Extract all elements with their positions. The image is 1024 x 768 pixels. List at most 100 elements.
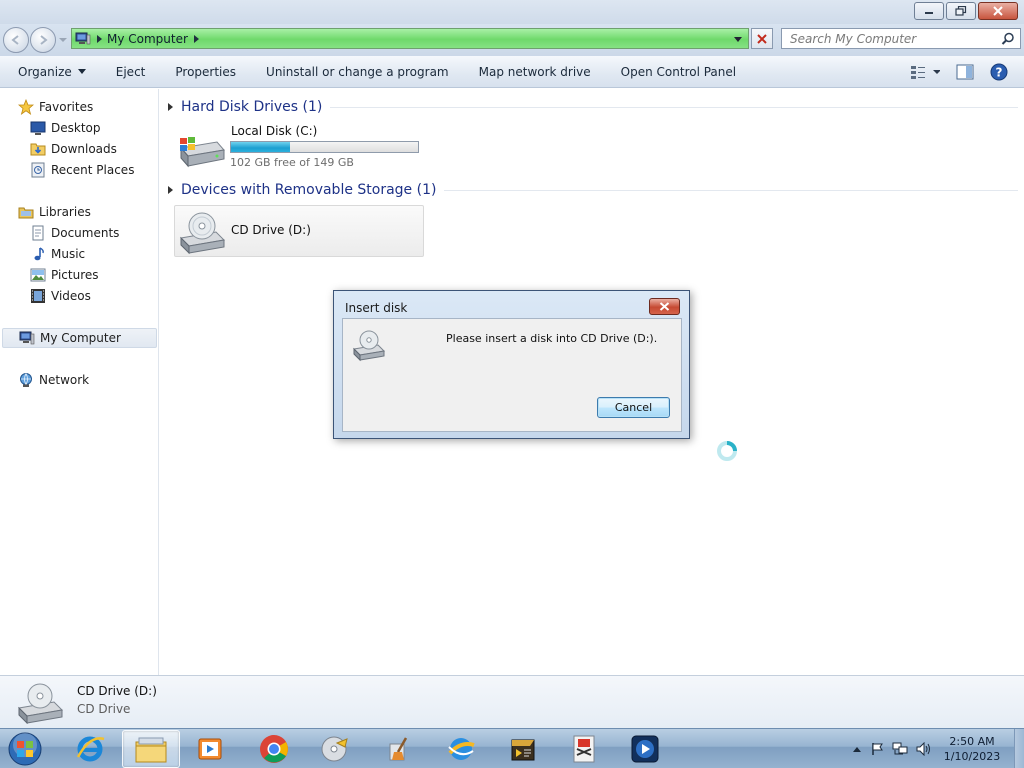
minimize-button[interactable]: [914, 2, 944, 20]
dialog-title: Insert disk: [345, 301, 408, 315]
forward-button[interactable]: [30, 27, 56, 53]
show-desktop-button[interactable]: [1014, 729, 1024, 768]
music-note-icon: [30, 246, 46, 262]
sidebar-item-label: Pictures: [51, 268, 99, 282]
windows-start-orb-icon: [8, 732, 42, 766]
help-button[interactable]: ?: [990, 63, 1008, 81]
recent-places-icon: [30, 162, 46, 178]
search-input[interactable]: [790, 31, 990, 46]
sidebar-item-downloads[interactable]: Downloads: [30, 139, 117, 159]
details-pane: CD Drive (D:) CD Drive: [0, 675, 1024, 728]
sidebar-item-label: My Computer: [40, 331, 121, 345]
play-icon: [631, 735, 659, 763]
computer-icon: [75, 32, 91, 44]
close-button[interactable]: [978, 2, 1018, 20]
change-view-button[interactable]: [910, 64, 940, 80]
cd-drive-d-item[interactable]: CD Drive (D:): [174, 205, 424, 257]
disk-usage-fill: [231, 142, 290, 152]
sidebar-item-label: Downloads: [51, 142, 117, 156]
drive-name: CD Drive (D:): [231, 223, 311, 237]
broom-icon: [389, 737, 408, 761]
group-title: Hard Disk Drives (1): [181, 99, 323, 115]
desktop-icon: [30, 120, 46, 136]
sidebar-item-favorites[interactable]: Favorites: [18, 97, 93, 117]
sidebar-item-recent-places[interactable]: Recent Places: [30, 160, 134, 180]
taskbar: 2:50 AM 1/10/2023: [0, 728, 1024, 768]
organize-menu-button[interactable]: Organize: [0, 65, 101, 79]
start-button[interactable]: [5, 730, 45, 768]
view-options-icon: [911, 66, 940, 79]
control-panel-label: Open Control Panel: [620, 64, 737, 79]
dialog-close-button[interactable]: [649, 298, 680, 315]
window-controls: [914, 2, 1018, 20]
sidebar-item-network[interactable]: Network: [18, 370, 89, 390]
taskbar-network-app[interactable]: [432, 730, 490, 768]
sidebar-item-label: Music: [51, 247, 86, 261]
taskbar-internet-explorer[interactable]: [61, 730, 119, 768]
media-player-icon: [198, 738, 222, 760]
svg-text:?: ?: [996, 66, 1003, 80]
minimize-icon: [925, 12, 933, 14]
network-status-icon[interactable]: [892, 742, 908, 756]
local-disk-c-item[interactable]: Local Disk (C:) 102 GB free of 149 GB: [174, 121, 434, 173]
properties-button[interactable]: Properties: [160, 65, 251, 79]
taskbar-google-chrome[interactable]: [245, 730, 303, 768]
stop-button[interactable]: [751, 28, 773, 49]
details-item-name: CD Drive (D:): [77, 684, 157, 698]
group-title: Devices with Removable Storage (1): [181, 182, 437, 198]
eject-label: Eject: [115, 64, 146, 79]
address-history-chevron-down-icon[interactable]: [734, 37, 742, 42]
taskbar-remote-app[interactable]: [555, 730, 613, 768]
disc-tool-icon: [321, 736, 348, 762]
show-hidden-icons-chevron-up-icon[interactable]: [852, 745, 862, 753]
sidebar-item-label: Documents: [51, 226, 120, 240]
sidebar-item-videos[interactable]: Videos: [30, 286, 91, 306]
taskbar-cleanup-tool[interactable]: [370, 730, 428, 768]
back-button[interactable]: [3, 27, 29, 53]
removable-storage-group-header[interactable]: Devices with Removable Storage (1): [168, 180, 1018, 200]
insert-disk-dialog: Insert disk Please insert a disk into CD…: [333, 290, 690, 439]
system-clock[interactable]: 2:50 AM 1/10/2023: [940, 734, 1004, 764]
sidebar-item-label: Videos: [51, 289, 91, 303]
uninstall-program-button[interactable]: Uninstall or change a program: [251, 65, 464, 79]
map-network-drive-button[interactable]: Map network drive: [464, 65, 606, 79]
computer-icon: [19, 330, 35, 346]
breadcrumb-separator-icon[interactable]: [193, 34, 199, 43]
sidebar-item-music[interactable]: Music: [30, 244, 85, 264]
taskbar-media-center[interactable]: [182, 730, 240, 768]
sidebar-item-desktop[interactable]: Desktop: [30, 118, 101, 138]
hard-disk-drives-group-header[interactable]: Hard Disk Drives (1): [168, 97, 1018, 117]
search-icon[interactable]: [1001, 32, 1015, 46]
search-box[interactable]: [781, 28, 1021, 49]
volume-speaker-icon[interactable]: [916, 742, 932, 756]
folder-icon: [135, 737, 167, 763]
recent-pages-chevron-down-icon[interactable]: [59, 36, 67, 44]
breadcrumb-my-computer[interactable]: My Computer: [107, 32, 188, 46]
sidebar-item-label: Favorites: [39, 100, 94, 114]
breadcrumb-separator-icon[interactable]: [97, 34, 102, 43]
taskbar-media-player[interactable]: [616, 730, 674, 768]
sidebar-item-my-computer[interactable]: My Computer: [2, 328, 157, 348]
internet-explorer-icon: [76, 736, 105, 762]
chevron-down-icon: [77, 69, 86, 74]
system-tray: 2:50 AM 1/10/2023: [852, 729, 1024, 768]
address-bar[interactable]: My Computer: [71, 28, 749, 49]
sidebar-item-documents[interactable]: Documents: [30, 223, 119, 243]
remote-connection-icon: [573, 735, 595, 763]
sidebar-item-libraries[interactable]: Libraries: [18, 202, 91, 222]
star-icon: [18, 99, 34, 115]
restore-button[interactable]: [946, 2, 976, 20]
eject-button[interactable]: Eject: [101, 65, 161, 79]
open-control-panel-button[interactable]: Open Control Panel: [606, 65, 751, 79]
taskbar-video-editor[interactable]: [494, 730, 552, 768]
organize-label: Organize: [18, 64, 72, 79]
taskbar-disc-burner[interactable]: [306, 730, 364, 768]
cancel-button[interactable]: Cancel: [597, 397, 670, 418]
view-controls: ?: [910, 56, 1024, 88]
uninstall-label: Uninstall or change a program: [266, 64, 449, 79]
sidebar-item-pictures[interactable]: Pictures: [30, 265, 99, 285]
action-center-flag-icon[interactable]: [870, 742, 884, 756]
preview-pane-button[interactable]: [956, 64, 974, 80]
taskbar-windows-explorer[interactable]: [122, 730, 180, 768]
back-arrow-icon: [11, 35, 19, 45]
